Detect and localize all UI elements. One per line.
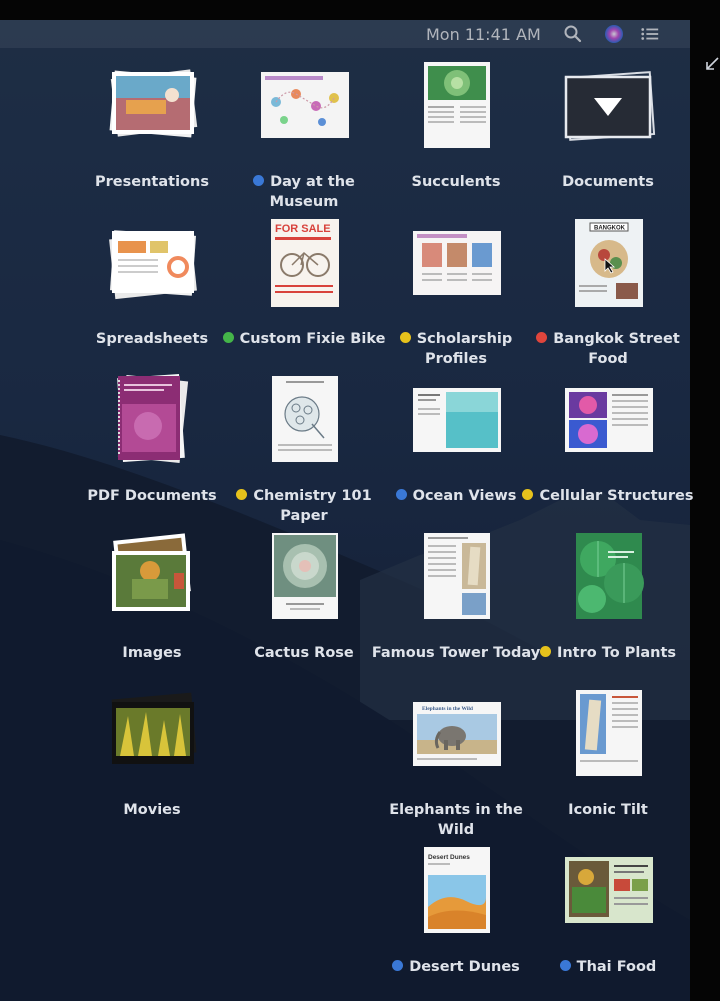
item-name: Spreadsheets	[95, 331, 209, 347]
doc-famous-tower-today-label: Famous Tower Today	[370, 643, 542, 663]
doc-thai-food-thumbnail	[528, 835, 688, 939]
stack-images-label: Images	[66, 643, 238, 663]
fixie-thumb-heading: FOR SALE	[275, 223, 331, 235]
doc-desert-dunes-thumbnail: Desert Dunes	[376, 835, 536, 939]
yellow-tag-dot	[539, 646, 551, 657]
doc-bangkok-street-food-label: Bangkok Street Food	[522, 329, 694, 369]
item-name: Thai Food	[576, 959, 657, 975]
item-name: Desert Dunes	[409, 959, 520, 975]
item-name: Iconic Tilt	[568, 802, 648, 818]
stack-images-thumbnail	[72, 521, 232, 625]
item-name: Famous Tower Today	[371, 645, 541, 661]
item-name: Day at the Museum	[269, 174, 355, 210]
item-name: Cactus Rose	[254, 645, 354, 661]
doc-iconic-tilt-thumbnail	[528, 678, 688, 782]
item-name: Documents	[562, 174, 654, 190]
item-name: Images	[122, 645, 182, 661]
item-name: Ocean Views	[412, 488, 517, 504]
resize-arrow-icon	[706, 57, 719, 70]
doc-intro-to-plants-label: Intro To Plants	[522, 643, 694, 663]
doc-cactus-rose-thumbnail	[224, 521, 384, 625]
doc-custom-fixie-bike-thumbnail: FOR SALE	[224, 207, 384, 311]
item-name: Scholarship Profiles	[416, 331, 513, 367]
stack-movies-thumbnail	[72, 678, 232, 782]
doc-chemistry-101-paper-label: Chemistry 101 Paper	[218, 486, 390, 526]
green-tag-dot	[222, 332, 234, 343]
stack-spreadsheets-thumbnail	[72, 207, 232, 311]
stack-pdf-documents-label: PDF Documents	[66, 486, 238, 506]
stack-presentations-thumbnail	[72, 50, 232, 154]
doc-day-at-the-museum-label: Day at the Museum	[218, 172, 390, 212]
menu-bar: Mon 11:41 AM	[0, 20, 690, 48]
blue-tag-dot	[253, 175, 265, 186]
doc-chemistry-101-paper-thumbnail	[224, 364, 384, 468]
doc-desert-dunes-label: Desert Dunes	[370, 957, 542, 977]
bangkok-thumb-heading: BANGKOK	[594, 226, 626, 232]
stack-documents-thumbnail	[528, 50, 688, 154]
item-name: Succulents	[411, 174, 501, 190]
doc-cellular-structures-label: Cellular Structures	[522, 486, 694, 506]
blue-tag-dot	[395, 489, 407, 500]
stack-pdf-documents-thumbnail	[72, 364, 232, 468]
stack-presentations-label: Presentations	[66, 172, 238, 192]
yellow-tag-dot	[522, 489, 534, 500]
item-name: Bangkok Street Food	[553, 331, 680, 367]
doc-scholarship-profiles-label: Scholarship Profiles	[370, 329, 542, 369]
yellow-tag-dot	[236, 489, 248, 500]
doc-ocean-views-label: Ocean Views	[370, 486, 542, 506]
stack-documents-label: Documents	[522, 172, 694, 192]
item-name: PDF Documents	[87, 488, 217, 504]
doc-cellular-structures-thumbnail	[528, 364, 688, 468]
doc-succulents-thumbnail	[376, 50, 536, 154]
siri-icon[interactable]	[604, 24, 624, 44]
doc-cactus-rose-label: Cactus Rose	[218, 643, 390, 663]
doc-thai-food-label: Thai Food	[522, 957, 694, 977]
yellow-tag-dot	[399, 332, 411, 343]
doc-intro-to-plants-thumbnail	[528, 521, 688, 625]
item-name: Movies	[123, 802, 181, 818]
red-tag-dot	[536, 332, 548, 343]
doc-day-at-the-museum-thumbnail	[224, 50, 384, 154]
doc-famous-tower-today-thumbnail	[376, 521, 536, 625]
elephants-thumb-heading: Elephants in the Wild	[422, 706, 473, 712]
notification-center-icon[interactable]	[640, 24, 660, 44]
item-name: Elephants in the Wild	[389, 802, 523, 838]
doc-succulents-label: Succulents	[370, 172, 542, 192]
doc-bangkok-street-food-thumbnail: BANGKOK	[528, 207, 688, 311]
doc-ocean-views-thumbnail	[376, 364, 536, 468]
item-name: Presentations	[95, 174, 209, 190]
item-name: Cellular Structures	[539, 488, 694, 504]
blue-tag-dot	[559, 960, 571, 971]
desert-thumb-heading: Desert Dunes	[428, 854, 470, 861]
doc-custom-fixie-bike-label: Custom Fixie Bike	[218, 329, 390, 349]
doc-elephants-in-the-wild-label: Elephants in the Wild	[370, 800, 542, 840]
item-name: Intro To Plants	[556, 645, 677, 661]
item-name: Custom Fixie Bike	[239, 331, 386, 347]
search-icon[interactable]	[563, 24, 583, 44]
doc-iconic-tilt-label: Iconic Tilt	[522, 800, 694, 820]
stack-spreadsheets-label: Spreadsheets	[66, 329, 238, 349]
doc-elephants-in-the-wild-thumbnail: Elephants in the Wild	[376, 678, 536, 782]
doc-scholarship-profiles-thumbnail	[376, 207, 536, 311]
blue-tag-dot	[392, 960, 404, 971]
menu-bar-clock[interactable]: Mon 11:41 AM	[426, 25, 541, 44]
stack-movies-label: Movies	[66, 800, 238, 820]
item-name: Chemistry 101 Paper	[253, 488, 372, 524]
